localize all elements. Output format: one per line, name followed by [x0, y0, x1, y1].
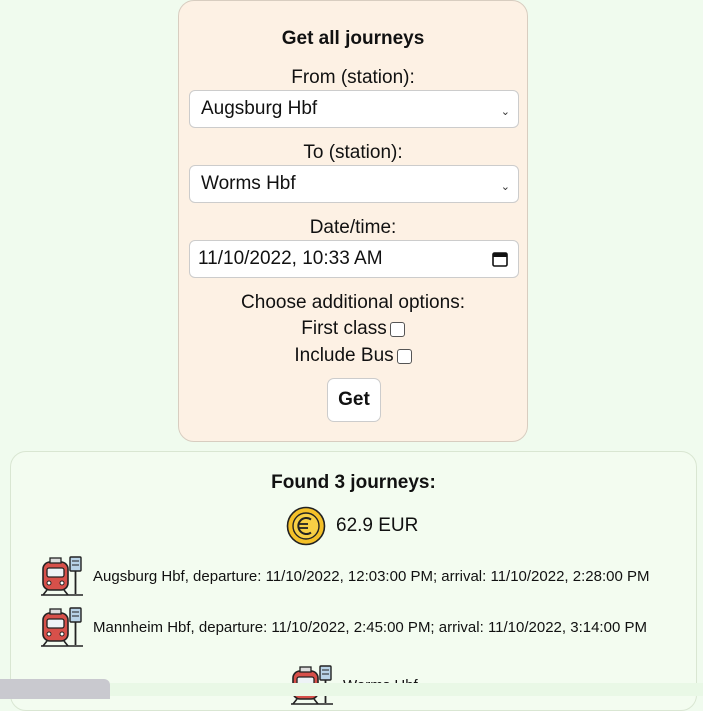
- journey-search-form: Get all journeys From (station): Augsbur…: [178, 0, 528, 442]
- price: 62.9 EUR: [286, 506, 418, 546]
- datetime-input[interactable]: 11/10/2022, 10:33 AM: [189, 240, 519, 278]
- from-station-select[interactable]: Augsburg Hbf ⌄: [189, 90, 519, 128]
- from-station-value: Augsburg Hbf: [201, 98, 318, 119]
- include-bus-option: Include Bus: [179, 345, 527, 367]
- to-station-select[interactable]: Worms Hbf ⌄: [189, 165, 519, 203]
- train-icon: [41, 607, 83, 647]
- chevron-down-icon: ⌄: [500, 181, 510, 193]
- include-bus-checkbox[interactable]: [396, 348, 412, 364]
- euro-coin-icon: [286, 506, 326, 546]
- from-label: From (station):: [291, 67, 415, 88]
- journey-leg: Mannheim Hbf, departure: 11/10/2022, 2:4…: [41, 607, 647, 647]
- datetime-label: Date/time:: [309, 217, 397, 238]
- journey-leg-text: Mannheim Hbf, departure: 11/10/2022, 2:4…: [93, 618, 647, 636]
- to-label: To (station):: [303, 142, 403, 163]
- first-class-option: First class: [179, 318, 527, 340]
- form-title: Get all journeys: [281, 28, 425, 49]
- bottom-left-panel: [0, 679, 110, 699]
- price-value: 62.9 EUR: [336, 515, 419, 536]
- results-heading: Found 3 journeys:: [271, 472, 436, 493]
- first-class-label: First class: [301, 318, 387, 339]
- datetime-value: 11/10/2022, 10:33 AM: [198, 248, 383, 269]
- chevron-down-icon: ⌄: [500, 106, 510, 118]
- include-bus-label: Include Bus: [294, 345, 394, 366]
- options-label: Choose additional options:: [241, 292, 465, 313]
- calendar-icon[interactable]: [492, 251, 508, 272]
- journey-leg: Augsburg Hbf, departure: 11/10/2022, 12:…: [41, 556, 649, 596]
- to-station-value: Worms Hbf: [201, 173, 296, 194]
- first-class-checkbox[interactable]: [389, 321, 405, 337]
- journey-leg-text: Augsburg Hbf, departure: 11/10/2022, 12:…: [93, 567, 650, 585]
- bottom-strip: [110, 683, 703, 696]
- journey-results: Found 3 journeys: 62.9 EUR Augsburg Hbf,…: [10, 451, 697, 711]
- get-button[interactable]: Get: [327, 378, 381, 422]
- train-icon: [41, 556, 83, 596]
